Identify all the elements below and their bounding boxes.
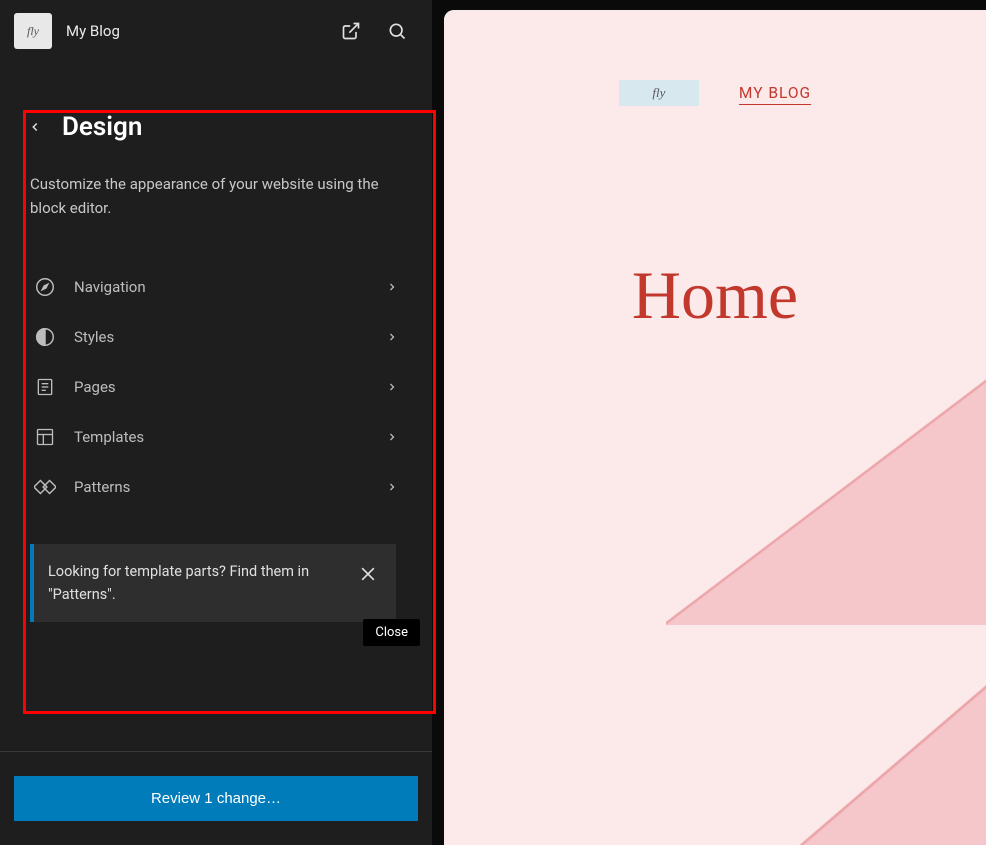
chevron-right-icon bbox=[386, 381, 398, 393]
menu-label: Styles bbox=[74, 328, 368, 346]
compass-icon bbox=[34, 276, 56, 298]
preview-canvas: fly MY BLOG Home bbox=[444, 10, 986, 845]
design-panel: Design Customize the appearance of your … bbox=[0, 62, 432, 622]
menu-label: Patterns bbox=[74, 478, 368, 496]
notice-close-button[interactable] bbox=[354, 560, 382, 588]
notice-text: Looking for template parts? Find them in… bbox=[48, 560, 354, 606]
search-icon[interactable] bbox=[386, 20, 408, 42]
close-tooltip: Close bbox=[363, 619, 420, 646]
sidebar-footer: Review 1 change… bbox=[0, 751, 432, 845]
review-changes-button[interactable]: Review 1 change… bbox=[14, 776, 418, 821]
panel-description: Customize the appearance of your website… bbox=[30, 172, 390, 220]
preview-header: fly MY BLOG bbox=[444, 10, 986, 106]
styles-icon bbox=[34, 326, 56, 348]
menu-item-templates[interactable]: Templates bbox=[30, 412, 422, 462]
sidebar-topbar: fly My Blog bbox=[0, 0, 432, 62]
panel-title: Design bbox=[62, 112, 142, 142]
site-title[interactable]: My Blog bbox=[66, 22, 326, 40]
menu-item-styles[interactable]: Styles bbox=[30, 312, 422, 362]
design-menu: Navigation Styles Pages bbox=[30, 262, 422, 512]
decorative-shape bbox=[666, 375, 986, 625]
preview-logo[interactable]: fly bbox=[619, 80, 699, 106]
back-button[interactable] bbox=[28, 120, 42, 134]
open-site-icon[interactable] bbox=[340, 20, 362, 42]
chevron-right-icon bbox=[386, 481, 398, 493]
site-preview[interactable]: fly MY BLOG Home bbox=[444, 10, 986, 845]
chevron-right-icon bbox=[386, 331, 398, 343]
menu-item-patterns[interactable]: Patterns bbox=[30, 462, 422, 512]
editor-sidebar: fly My Blog Design Customize the appeara… bbox=[0, 0, 432, 845]
chevron-right-icon bbox=[386, 281, 398, 293]
chevron-right-icon bbox=[386, 431, 398, 443]
menu-label: Pages bbox=[74, 378, 368, 396]
menu-item-navigation[interactable]: Navigation bbox=[30, 262, 422, 312]
patterns-icon bbox=[34, 476, 56, 498]
pages-icon bbox=[34, 376, 56, 398]
preview-page-title: Home bbox=[444, 256, 986, 335]
menu-label: Templates bbox=[74, 428, 368, 446]
preview-hero: Home bbox=[444, 256, 986, 335]
decorative-shape bbox=[786, 680, 986, 845]
templates-icon bbox=[34, 426, 56, 448]
site-logo[interactable]: fly bbox=[14, 13, 52, 49]
preview-site-link[interactable]: MY BLOG bbox=[739, 84, 811, 102]
menu-item-pages[interactable]: Pages bbox=[30, 362, 422, 412]
info-notice: Looking for template parts? Find them in… bbox=[30, 544, 396, 622]
menu-label: Navigation bbox=[74, 278, 368, 296]
